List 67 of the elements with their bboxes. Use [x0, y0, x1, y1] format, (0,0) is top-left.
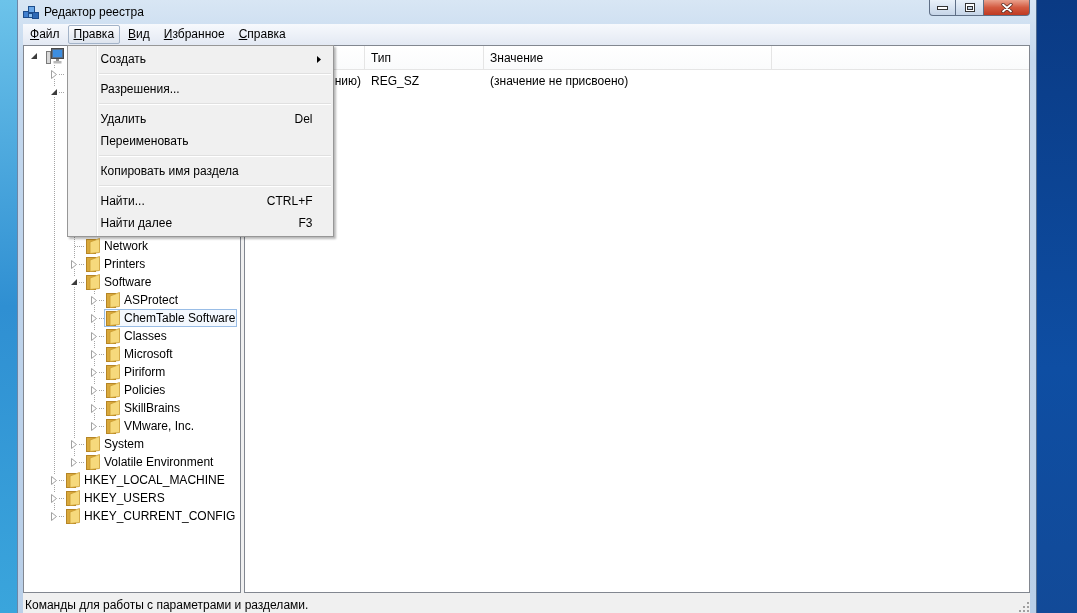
- tree-item[interactable]: Microsoft: [104, 345, 175, 363]
- folder-icon: [106, 382, 120, 398]
- tree-item[interactable]: Piriform: [104, 363, 168, 381]
- menu-bar-item[interactable]: Избранное: [157, 25, 231, 44]
- folder-icon: [106, 346, 120, 362]
- computer-icon: [46, 48, 64, 64]
- menu-bar-item[interactable]: Файл: [24, 25, 66, 44]
- cell-text: нию): [334, 74, 361, 88]
- menu-bar-item[interactable]: Вид: [122, 25, 156, 44]
- menu-bar-item[interactable]: Справка: [232, 25, 292, 44]
- close-button[interactable]: [984, 0, 1030, 16]
- tree-item[interactable]: [44, 47, 66, 65]
- folder-icon: [106, 418, 120, 434]
- menu-item[interactable]: Удалить Del: [69, 108, 331, 130]
- close-icon: [1000, 2, 1013, 13]
- status-text: Команды для работы с параметрами и разделами.: [25, 597, 309, 612]
- menu-bar-item[interactable]: Правка: [67, 25, 121, 44]
- tree-item[interactable]: Software: [84, 273, 154, 291]
- folder-icon: [106, 310, 120, 326]
- minimize-button[interactable]: [929, 0, 956, 16]
- folder-icon: [86, 274, 100, 290]
- cell-text: REG_SZ: [371, 74, 419, 88]
- column-header[interactable]: Значение: [484, 46, 772, 69]
- tree-item[interactable]: ChemTable Software: [104, 309, 238, 327]
- tree-item[interactable]: Network: [84, 237, 150, 255]
- shortcut-text: Del: [294, 112, 313, 126]
- tree-item[interactable]: VMware, Inc.: [104, 417, 197, 435]
- folder-icon: [66, 490, 80, 506]
- window-title: Редактор реестра: [44, 5, 144, 19]
- folder-icon: [86, 256, 100, 272]
- cubes-icon: [23, 4, 39, 20]
- folder-icon: [86, 238, 100, 254]
- tree-item[interactable]: SkillBrains: [104, 399, 182, 417]
- column-header[interactable]: Тип: [365, 46, 484, 69]
- tree-item[interactable]: Classes: [104, 327, 169, 345]
- folder-icon: [86, 436, 100, 452]
- folder-icon: [106, 328, 120, 344]
- tree-item[interactable]: Volatile Environment: [84, 453, 216, 471]
- folder-icon: [106, 364, 120, 380]
- menu-item[interactable]: Найти далее F3: [69, 212, 331, 234]
- cell-text: (значение не присвоено): [490, 74, 629, 88]
- tree-item[interactable]: HKEY_USERS: [64, 489, 167, 507]
- caret-icon[interactable]: [31, 53, 37, 59]
- shortcut-text: F3: [298, 216, 313, 230]
- menu-item[interactable]: Найти... CTRL+F: [69, 190, 331, 212]
- caret-icon[interactable]: [51, 89, 57, 95]
- tree-item[interactable]: System: [84, 435, 146, 453]
- tree-item[interactable]: HKEY_CURRENT_CONFIG: [64, 507, 238, 525]
- tree-item[interactable]: HKEY_LOCAL_MACHINE: [64, 471, 227, 489]
- folder-icon: [106, 292, 120, 308]
- minimize-icon: [937, 5, 948, 10]
- maximize-icon: [964, 3, 975, 12]
- menu-item[interactable]: Переименовать: [69, 130, 331, 152]
- shortcut-text: CTRL+F: [266, 194, 313, 208]
- folder-icon: [106, 400, 120, 416]
- tree-item[interactable]: Printers: [84, 255, 148, 273]
- folder-icon: [86, 454, 100, 470]
- resize-grip-icon: [1019, 602, 1029, 612]
- menu-item[interactable]: Разрешения...: [69, 78, 331, 100]
- tree-item[interactable]: Policies: [104, 381, 168, 399]
- maximize-button[interactable]: [956, 0, 984, 16]
- folder-icon: [66, 508, 80, 524]
- caret-icon[interactable]: [71, 279, 77, 285]
- menu-item[interactable]: Копировать имя раздела: [69, 160, 331, 182]
- menu-item[interactable]: Создать: [69, 48, 331, 70]
- tree-item[interactable]: ASProtect: [104, 291, 181, 309]
- folder-icon: [66, 472, 80, 488]
